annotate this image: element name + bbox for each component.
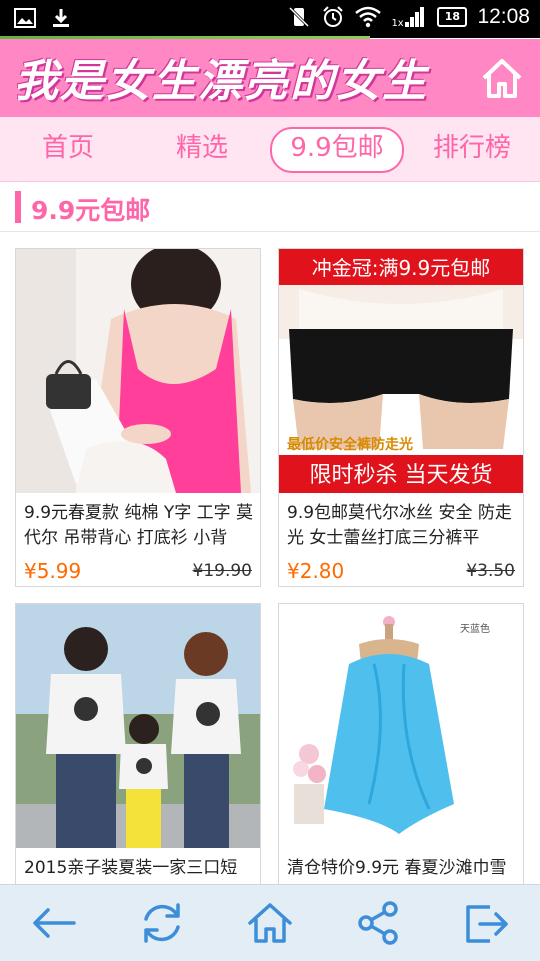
product-image-blue-scarf[interactable]: 天蓝色 xyxy=(279,604,523,848)
bottom-nav xyxy=(0,884,540,961)
product-price: ¥2.80 xyxy=(287,559,345,583)
image-icon xyxy=(14,8,36,28)
app-title: 我是女生漂亮的女生 xyxy=(14,56,428,107)
product-title[interactable]: 9.9元春夏款 纯棉 Y字 工字 莫代尔 吊带背心 打底衫 小背 xyxy=(24,501,254,551)
exit-icon[interactable] xyxy=(462,899,510,947)
product-original-price: ¥19.90 xyxy=(192,561,252,581)
product-image-black-safety-shorts[interactable]: 冲金冠:满9.9元包邮 最低价安全裤防走光 限时秒杀 当天发货 xyxy=(279,249,523,493)
share-icon[interactable] xyxy=(354,899,402,947)
svg-text:最低价安全裤防走光: 最低价安全裤防走光 xyxy=(287,436,413,453)
arrow-left-icon[interactable] xyxy=(30,899,78,947)
svg-text:冲金冠:满9.9元包邮: 冲金冠:满9.9元包邮 xyxy=(312,256,491,280)
app-header: 我是女生漂亮的女生 xyxy=(0,39,540,117)
tab-free-shipping[interactable]: 9.9包邮 xyxy=(270,127,404,173)
refresh-icon[interactable] xyxy=(138,899,186,947)
product-card[interactable]: 冲金冠:满9.9元包邮 最低价安全裤防走光 限时秒杀 当天发货 9.9包邮莫代尔… xyxy=(278,248,524,587)
svg-text:天蓝色: 天蓝色 xyxy=(460,622,490,635)
vibrate-off-icon xyxy=(289,6,310,28)
tab-ranking[interactable]: 排行榜 xyxy=(424,127,520,169)
product-image-family-tshirts[interactable] xyxy=(16,604,260,848)
product-image-pink-tank-top[interactable] xyxy=(16,249,260,493)
status-bar: 1x 18 12:08 xyxy=(0,0,540,39)
section-title: 9.9元包邮 xyxy=(31,196,151,225)
product-price: ¥5.99 xyxy=(24,559,82,583)
svg-text:限时秒杀 当天发货: 限时秒杀 当天发货 xyxy=(310,463,493,488)
category-tabs: 首页 精选 9.9包邮 排行榜 xyxy=(0,117,540,182)
product-title[interactable]: 9.9包邮莫代尔冰丝 安全 防走光 女士蕾丝打底三分裤平 xyxy=(287,501,517,551)
product-original-price: ¥3.50 xyxy=(466,561,515,581)
home-icon[interactable] xyxy=(480,56,524,100)
alarm-icon xyxy=(323,6,344,27)
signal-icon: 1x xyxy=(391,5,427,29)
product-card[interactable]: 9.9元春夏款 纯棉 Y字 工字 莫代尔 吊带背心 打底衫 小背 ¥5.99 ¥… xyxy=(15,248,261,587)
home-icon[interactable] xyxy=(246,899,294,947)
wifi-icon xyxy=(355,6,382,28)
section-header: 9.9元包邮 xyxy=(0,183,540,232)
battery-icon: 18 xyxy=(437,7,468,27)
download-icon xyxy=(53,9,69,27)
tab-home[interactable]: 首页 xyxy=(20,127,116,169)
section-accent-bar xyxy=(15,191,21,223)
status-time: 12:08 xyxy=(477,5,530,28)
tab-featured[interactable]: 精选 xyxy=(154,127,250,169)
